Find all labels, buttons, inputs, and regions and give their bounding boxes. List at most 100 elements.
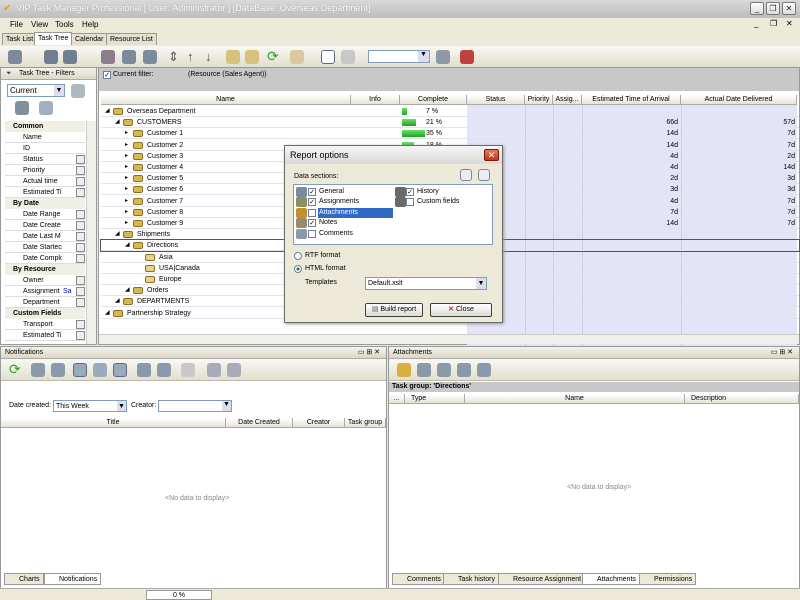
filters-scrollbar[interactable] bbox=[86, 121, 96, 344]
pin-icon[interactable]: ▭ ⊞ ✕ bbox=[358, 347, 380, 359]
section-label[interactable]: General bbox=[318, 187, 345, 197]
apply-filter-icon[interactable] bbox=[39, 101, 53, 115]
section-label[interactable]: Comments bbox=[318, 229, 354, 239]
filter-category[interactable]: By Resource bbox=[5, 264, 85, 275]
refresh-icon[interactable]: ⟳ bbox=[9, 361, 21, 378]
section-checkbox[interactable]: ✓ bbox=[308, 188, 316, 196]
filter-row[interactable]: ID bbox=[5, 143, 85, 154]
remove-icon[interactable] bbox=[460, 50, 474, 64]
section-label[interactable]: Custom fields bbox=[417, 197, 459, 207]
view-details-icon[interactable] bbox=[137, 363, 151, 377]
filter-icon[interactable] bbox=[207, 363, 221, 377]
pin-icon[interactable]: ▭ ⊞ ✕ bbox=[771, 347, 793, 359]
section-checkbox[interactable] bbox=[308, 229, 316, 238]
filter-row[interactable]: Date Compk bbox=[5, 253, 85, 264]
filter-row[interactable]: Transport bbox=[5, 319, 85, 330]
chevron-down-icon[interactable] bbox=[76, 155, 85, 164]
add-subtask-icon[interactable] bbox=[44, 50, 58, 64]
chevron-down-icon[interactable] bbox=[76, 188, 85, 197]
section-checkbox[interactable] bbox=[406, 198, 414, 207]
filter-row[interactable]: Date Startec bbox=[5, 242, 85, 253]
tab-charts[interactable]: Charts bbox=[4, 573, 44, 585]
filter-category[interactable]: By Date bbox=[5, 198, 85, 209]
menu-view[interactable]: View bbox=[31, 20, 48, 29]
expand-toggle-icon[interactable]: ▸ bbox=[125, 184, 128, 195]
expand-toggle-icon[interactable]: ▸ bbox=[125, 140, 128, 151]
save-icon[interactable] bbox=[436, 50, 450, 64]
col-creator[interactable]: Creator bbox=[293, 418, 345, 428]
chevron-down-icon[interactable] bbox=[76, 166, 85, 175]
expand-toggle-icon[interactable]: ◢ bbox=[115, 229, 120, 240]
col-priority[interactable]: Priority bbox=[525, 95, 553, 105]
chevron-down-icon[interactable] bbox=[76, 221, 85, 230]
tab-task-tree[interactable]: Task Tree bbox=[34, 32, 73, 45]
section-checkbox[interactable] bbox=[308, 208, 316, 217]
section-label[interactable]: Attachments bbox=[318, 207, 393, 218]
outbox-icon[interactable] bbox=[93, 363, 107, 377]
menu-tools[interactable]: Tools bbox=[55, 20, 74, 29]
col-assignment[interactable]: Assig... bbox=[553, 95, 582, 105]
chevron-down-icon[interactable]: ▼ bbox=[54, 85, 64, 96]
creator-select[interactable]: ▼ bbox=[158, 400, 232, 412]
tab-comments[interactable]: Comments bbox=[392, 573, 445, 585]
edit-task-icon[interactable] bbox=[63, 50, 77, 64]
filter-row[interactable]: Priority bbox=[5, 165, 85, 176]
filter-row[interactable]: Assignment Sa bbox=[5, 286, 85, 297]
col-title[interactable]: Title bbox=[1, 418, 226, 428]
chevron-down-icon[interactable]: ▼ bbox=[117, 401, 126, 411]
section-checkbox[interactable]: ✓ bbox=[308, 219, 316, 228]
tab-calendar[interactable]: Calendar bbox=[71, 33, 108, 45]
build-report-button[interactable]: ▤ Build report bbox=[365, 303, 423, 317]
templates-select[interactable]: Default.xslt ▼ bbox=[365, 277, 487, 290]
rtf-format-radio[interactable] bbox=[294, 252, 302, 260]
section-label[interactable]: History bbox=[417, 187, 439, 197]
toolbar-dropdown[interactable]: ▼ bbox=[368, 50, 430, 63]
filter-row[interactable]: Actual time bbox=[5, 176, 85, 187]
filter-checkbox[interactable]: ✓ bbox=[103, 71, 111, 79]
section-label[interactable]: Notes bbox=[318, 218, 338, 228]
refresh-icon[interactable]: ⟳ bbox=[267, 48, 279, 65]
expand-toggle-icon[interactable]: ◢ bbox=[105, 106, 110, 117]
col-description[interactable]: Description bbox=[685, 394, 799, 404]
open-attachment-icon[interactable] bbox=[417, 363, 431, 377]
table-row[interactable]: ◢ Overseas Department 7 % bbox=[101, 106, 799, 117]
filter-category[interactable]: Custom Fields bbox=[5, 308, 85, 319]
section-checkbox[interactable]: ✓ bbox=[308, 198, 316, 207]
chevron-down-icon[interactable] bbox=[76, 177, 85, 186]
table-row[interactable]: ▸ Customer 1 35 % 14d 7d bbox=[101, 128, 799, 140]
tab-resource-list[interactable]: Resource List bbox=[106, 33, 157, 45]
expand-all-icon[interactable] bbox=[226, 50, 240, 64]
col-task-group[interactable]: Task group bbox=[345, 418, 386, 428]
chevron-down-icon[interactable]: ▼ bbox=[476, 278, 486, 289]
minimize-button[interactable]: _ bbox=[750, 2, 764, 15]
filter-view-select[interactable]: Current ▼ bbox=[7, 84, 65, 97]
move-down-icon[interactable]: ↓ bbox=[205, 49, 212, 64]
chevron-down-icon[interactable] bbox=[76, 320, 85, 329]
expand-toggle-icon[interactable]: ▸ bbox=[125, 151, 128, 162]
view-icon[interactable] bbox=[122, 50, 136, 64]
chevron-down-icon[interactable] bbox=[76, 232, 85, 241]
view-icon[interactable] bbox=[31, 363, 45, 377]
chevron-down-icon[interactable]: ▼ bbox=[222, 401, 231, 411]
tab-resource-assignment[interactable]: Resource Assignment bbox=[498, 573, 586, 585]
date-created-select[interactable]: This Week ▼ bbox=[53, 400, 127, 412]
delete-attachment-icon[interactable] bbox=[477, 363, 491, 377]
chevron-down-icon[interactable] bbox=[76, 287, 85, 296]
filter-row[interactable]: Date Last M bbox=[5, 231, 85, 242]
move-up-down-icon[interactable]: ⇕ bbox=[168, 49, 179, 65]
chevron-down-icon[interactable] bbox=[76, 276, 85, 285]
save-attachment-icon[interactable] bbox=[457, 363, 471, 377]
mdi-restore-icon[interactable]: ❐ bbox=[770, 19, 777, 28]
menu-file[interactable]: File bbox=[10, 20, 23, 29]
cut-icon[interactable] bbox=[101, 50, 115, 64]
section-label[interactable]: Assignments bbox=[318, 197, 360, 207]
filter-row[interactable]: Estimated Ti bbox=[5, 187, 85, 198]
horizontal-scrollbar[interactable] bbox=[99, 334, 799, 344]
col-attachment-name[interactable]: Name bbox=[465, 394, 685, 404]
col-date-created[interactable]: Date Created bbox=[226, 418, 293, 428]
expand-toggle-icon[interactable]: ◢ bbox=[115, 296, 120, 307]
close-button[interactable]: ✕ bbox=[782, 2, 796, 15]
edit-attachment-icon[interactable] bbox=[437, 363, 451, 377]
menu-help[interactable]: Help bbox=[82, 20, 98, 29]
section-checkbox[interactable]: ✓ bbox=[406, 188, 414, 196]
